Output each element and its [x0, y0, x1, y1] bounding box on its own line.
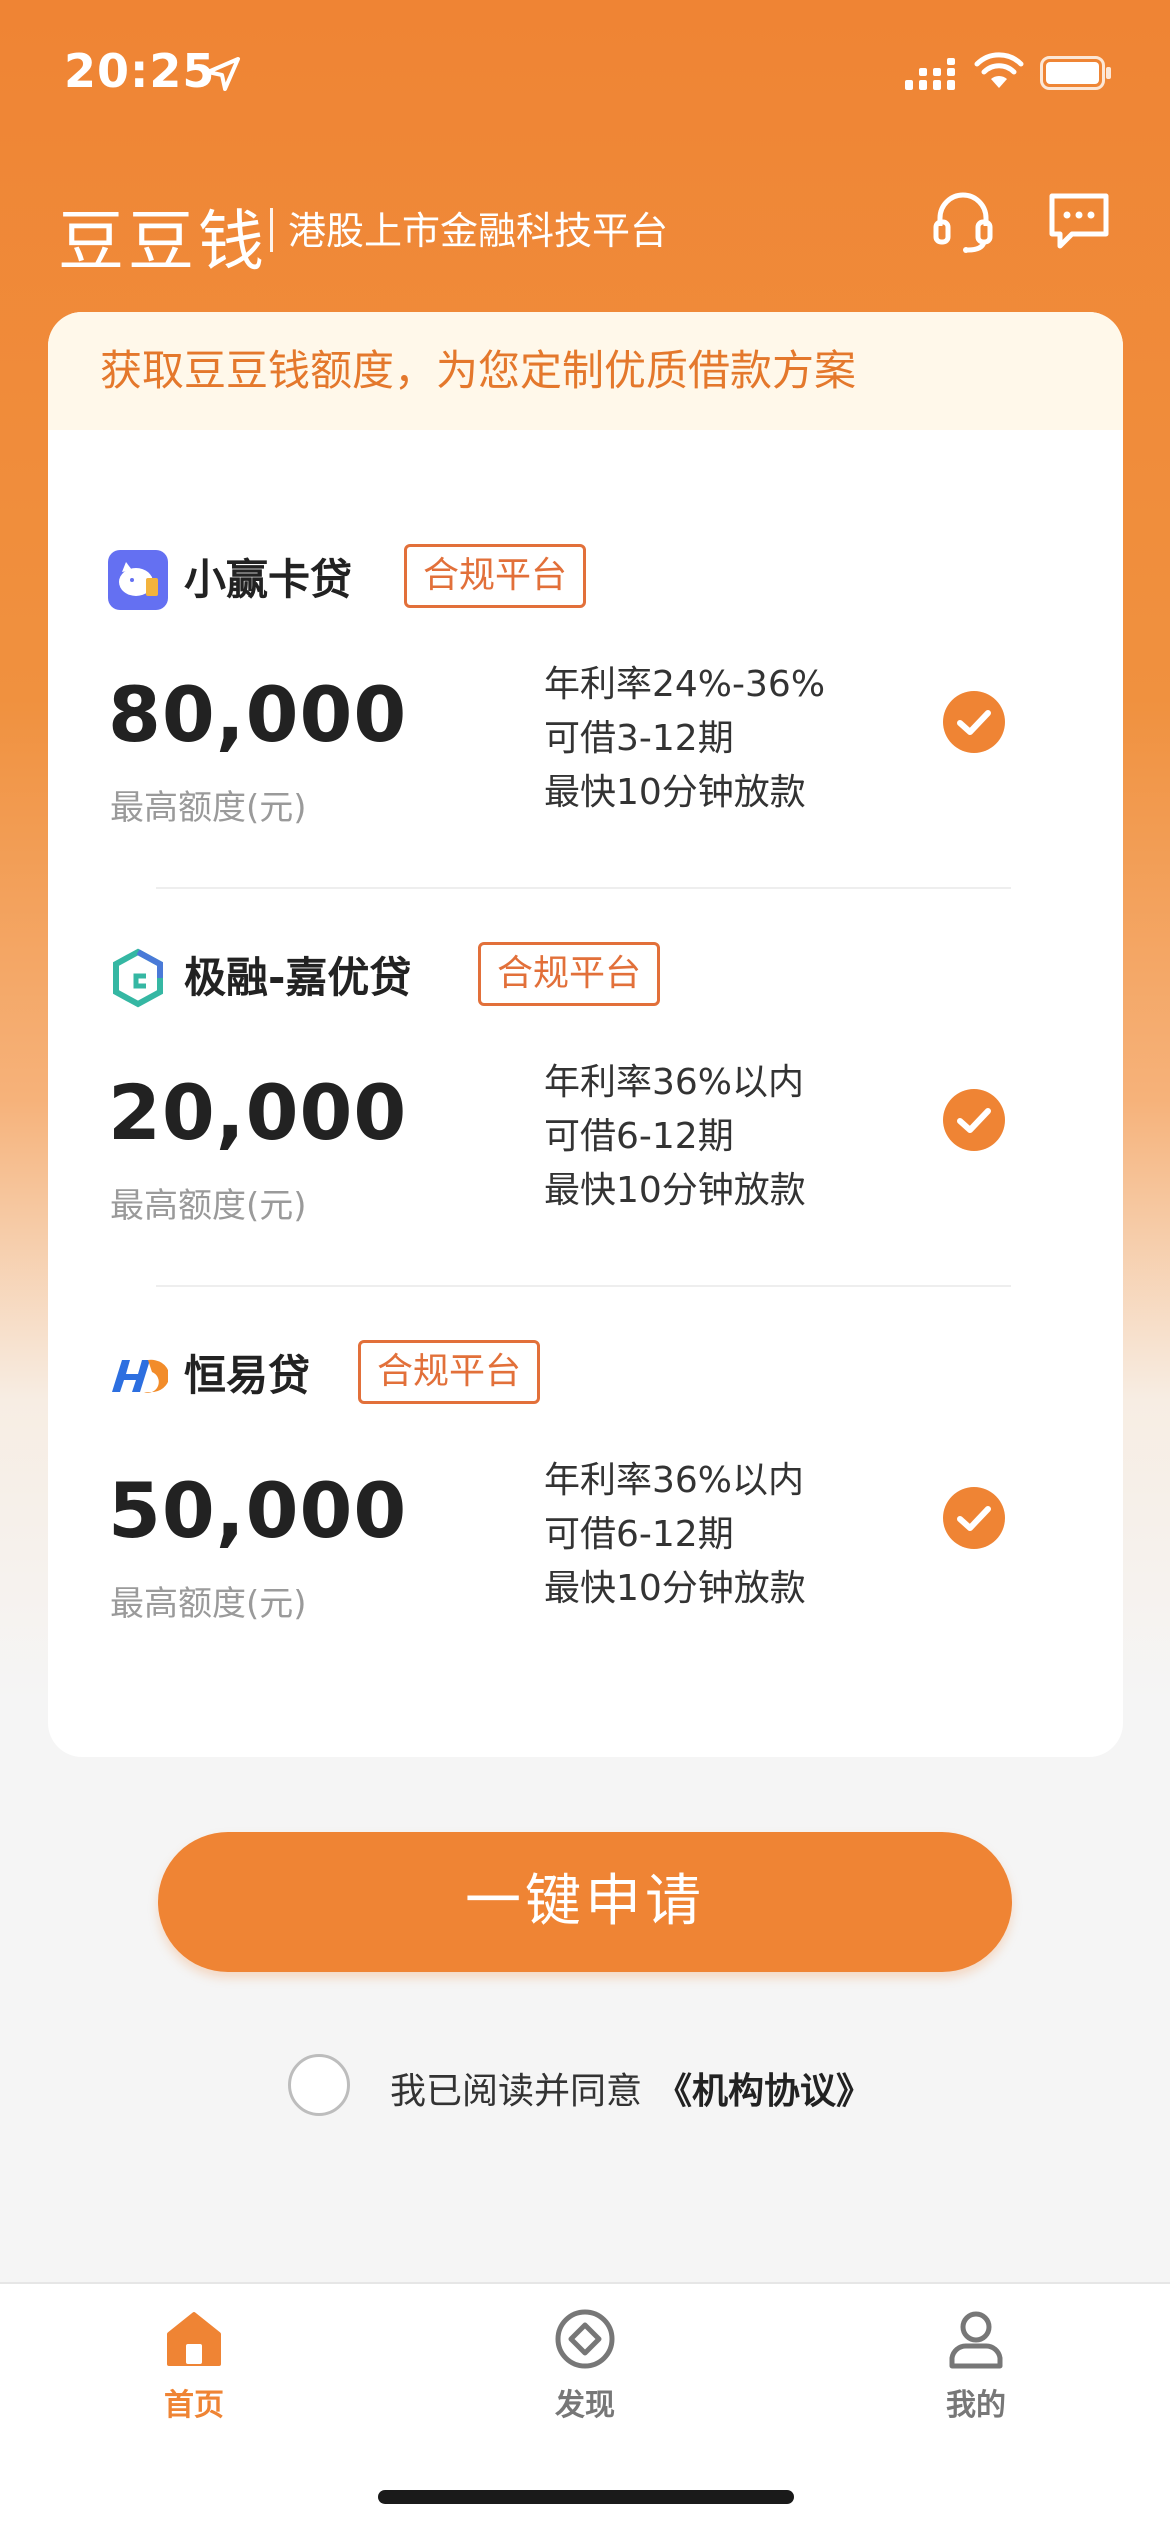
compliance-badge: 合规平台 [478, 942, 661, 1006]
message-icon[interactable] [1046, 188, 1112, 254]
agreement-text: 我已阅读并同意 [390, 2071, 643, 2112]
status-time: 20:25 [64, 44, 216, 98]
loan-details: 年利率36%以内 可借6-12期 最快10分钟放款 [544, 1056, 806, 1218]
home-icon [167, 2312, 221, 2366]
tab-label: 我的 [946, 2388, 1006, 2423]
divider [156, 887, 1011, 889]
tab-label: 发现 [555, 2388, 615, 2423]
headset-icon[interactable] [930, 188, 996, 254]
wifi-icon [974, 52, 1024, 88]
xiaoying-logo-icon [108, 550, 168, 610]
amount-label: 最高额度(元) [110, 1584, 307, 1624]
loan-item-jirong[interactable]: 极融-嘉优贷 合规平台 20,000 最高额度(元) 年利率36%以内 可借6-… [48, 942, 1123, 1328]
status-bar: 20:25 [0, 0, 1170, 140]
loan-offers-card: 获取豆豆钱额度，为您定制优质借款方案 小赢卡贷 合规平台 80,000 最高额度… [48, 312, 1123, 1757]
jirong-logo-icon [113, 948, 163, 1008]
loan-name: 小赢卡贷 [184, 555, 353, 604]
check-circle-icon[interactable] [942, 1486, 1006, 1550]
loan-speed: 最快10分钟放款 [544, 772, 806, 813]
compliance-badge: 合规平台 [358, 1340, 541, 1404]
battery-icon [1040, 56, 1111, 90]
loan-item-xiaoying[interactable]: 小赢卡贷 合规平台 80,000 最高额度(元) 年利率24%-36% 可借3-… [48, 544, 1123, 930]
amount-label: 最高额度(元) [110, 1186, 307, 1226]
loan-amount: 80,000 [108, 670, 408, 759]
loan-name: 恒易贷 [184, 1351, 311, 1400]
loan-details: 年利率36%以内 可借6-12期 最快10分钟放款 [544, 1454, 806, 1616]
apply-button[interactable]: 一键申请 [158, 1832, 1012, 1972]
compliance-badge: 合规平台 [404, 544, 587, 608]
loan-amount: 50,000 [108, 1466, 408, 1555]
hengyi-logo-icon [112, 1359, 168, 1393]
discover-icon [555, 2309, 615, 2369]
brand-slogan: 港股上市金融科技平台 [288, 209, 669, 253]
loan-term: 可借6-12期 [544, 1514, 734, 1555]
tab-label: 首页 [164, 2388, 224, 2423]
check-circle-icon[interactable] [942, 1088, 1006, 1152]
app-header: 豆豆钱 港股上市金融科技平台 [0, 170, 1170, 280]
loan-item-hengyi[interactable]: 恒易贷 合规平台 50,000 最高额度(元) 年利率36%以内 可借6-12期… [48, 1340, 1123, 1726]
loan-rate: 年利率36%以内 [544, 1062, 805, 1103]
agreement-link[interactable]: 《机构协议》 [656, 2062, 872, 2114]
brand-logo: 豆豆钱 [58, 203, 268, 280]
tab-profile[interactable]: 我的 [876, 2308, 1076, 2448]
brand-divider [270, 208, 273, 252]
card-banner: 获取豆豆钱额度，为您定制优质借款方案 [48, 312, 1123, 430]
tab-discover[interactable]: 发现 [485, 2308, 685, 2448]
location-arrow-icon [206, 57, 240, 91]
loan-app-screen: 20:25 豆豆钱 港股上市金融科技平台 获取豆豆钱额度，为您定制优质借款方案 … [0, 0, 1170, 2532]
loan-speed: 最快10分钟放款 [544, 1568, 806, 1609]
loan-speed: 最快10分钟放款 [544, 1170, 806, 1211]
loan-rate: 年利率36%以内 [544, 1460, 805, 1501]
loan-rate: 年利率24%-36% [544, 664, 826, 705]
loan-amount: 20,000 [108, 1068, 408, 1157]
amount-label: 最高额度(元) [110, 788, 307, 828]
loan-name: 极融-嘉优贷 [184, 953, 412, 1002]
loan-term: 可借3-12期 [544, 718, 734, 759]
loan-details: 年利率24%-36% 可借3-12期 最快10分钟放款 [544, 658, 825, 820]
home-indicator [378, 2490, 794, 2504]
check-circle-icon[interactable] [942, 690, 1006, 754]
cellular-signal-icon [905, 58, 955, 90]
tab-home[interactable]: 首页 [94, 2308, 294, 2448]
divider [156, 1285, 1011, 1287]
agreement-checkbox[interactable] [288, 2054, 350, 2116]
loan-term: 可借6-12期 [544, 1116, 734, 1157]
profile-icon [949, 2311, 1003, 2369]
